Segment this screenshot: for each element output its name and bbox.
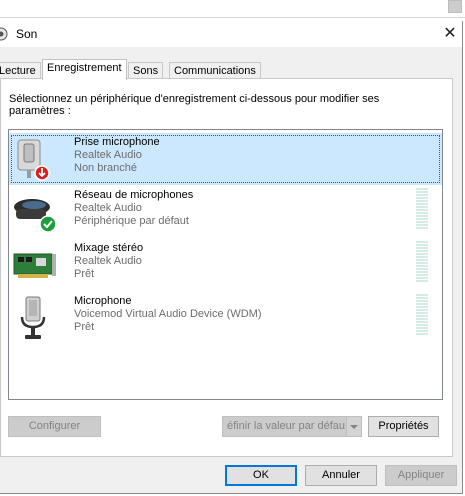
recording-panel: Sélectionnez un périphérique d'enregistr… [0, 78, 453, 457]
device-name: Microphone [74, 295, 132, 307]
device-driver: Realtek Audio [74, 255, 142, 267]
device-name: Mixage stéréo [74, 242, 144, 254]
background-window-strip [0, 0, 465, 19]
meter-segment [416, 197, 428, 199]
device-item-reseau-de-microphones[interactable]: Réseau de microphones Realtek Audio Péri… [9, 186, 442, 238]
meter-segment [416, 274, 428, 276]
device-driver: Voicemod Virtual Audio Device (WDM) [74, 308, 262, 320]
meter-segment [416, 200, 428, 202]
meter-segment [416, 253, 428, 255]
meter-segment [416, 309, 428, 311]
meter-segment [416, 218, 428, 220]
properties-button[interactable]: Propriétés [368, 416, 439, 437]
device-status: Prêt [74, 268, 95, 280]
meter-segment [416, 250, 428, 252]
meter-segment [416, 224, 428, 226]
meter-segment [416, 188, 428, 190]
meter-segment [416, 221, 428, 223]
meter-segment [416, 321, 428, 323]
meter-segment [416, 265, 428, 267]
level-meter [416, 188, 428, 230]
title-bar: Son ✕ [0, 21, 462, 47]
device-status: Prêt [74, 321, 95, 333]
meter-segment [416, 277, 428, 279]
configure-button[interactable]: Configurer [8, 416, 101, 437]
chevron-down-icon[interactable] [346, 417, 361, 436]
tab-sons[interactable]: Sons [128, 62, 164, 79]
meter-segment [416, 294, 428, 296]
meter-segment [416, 327, 428, 329]
meter-segment [416, 215, 428, 217]
microphone-array-icon [14, 199, 57, 233]
meter-segment [416, 227, 428, 229]
device-text: Réseau de microphones Realtek Audio Péri… [74, 189, 193, 228]
set-default-split-button[interactable]: éfinir la valeur par défau [222, 416, 362, 437]
background-divider [0, 17, 465, 18]
meter-segment [416, 330, 428, 332]
device-driver: Realtek Audio [74, 202, 142, 214]
device-list[interactable]: Prise microphone Realtek Audio Non branc… [8, 129, 443, 400]
meter-segment [416, 259, 428, 261]
meter-segment [416, 271, 428, 273]
sound-dialog: Son ✕ Lecture Enregistrement Sons Commun… [0, 21, 463, 494]
meter-segment [416, 209, 428, 211]
device-name: Prise microphone [74, 136, 160, 148]
set-default-label: éfinir la valeur par défau [226, 420, 345, 432]
close-button[interactable]: ✕ [438, 23, 462, 45]
instructions-text: Sélectionnez un périphérique d'enregistr… [9, 93, 380, 117]
meter-segment [416, 315, 428, 317]
device-item-mixage-stereo[interactable]: Mixage stéréo Realtek Audio Prêt [9, 239, 442, 291]
device-driver: Realtek Audio [74, 149, 142, 161]
tab-communications[interactable]: Communications [169, 62, 261, 79]
meter-segment [416, 244, 428, 246]
cancel-button[interactable]: Annuler [305, 465, 377, 486]
meter-segment [416, 191, 428, 193]
meter-segment [416, 297, 428, 299]
meter-segment [416, 212, 428, 214]
meter-segment [416, 318, 428, 320]
meter-segment [416, 333, 428, 335]
meter-segment [416, 280, 428, 282]
device-text: Microphone Voicemod Virtual Audio Device… [74, 295, 261, 334]
meter-segment [416, 241, 428, 243]
device-item-microphone[interactable]: Microphone Voicemod Virtual Audio Device… [9, 292, 442, 344]
apply-button[interactable]: Appliquer [385, 465, 457, 486]
meter-segment [416, 206, 428, 208]
device-text: Prise microphone Realtek Audio Non branc… [74, 136, 160, 175]
default-check-badge-icon [39, 215, 57, 233]
meter-segment [416, 256, 428, 258]
device-status: Non branché [74, 162, 137, 174]
device-item-prise-microphone[interactable]: Prise microphone Realtek Audio Non branc… [9, 133, 442, 185]
tab-enregistrement[interactable]: Enregistrement [42, 59, 127, 80]
device-status: Périphérique par défaut [74, 215, 189, 227]
meter-segment [416, 324, 428, 326]
window-title: Son [16, 27, 38, 41]
level-meter [416, 294, 428, 336]
meter-segment [416, 194, 428, 196]
ok-button[interactable]: OK [225, 465, 297, 486]
device-name: Réseau de microphones [74, 189, 194, 201]
meter-segment [416, 303, 428, 305]
microphone-jack-icon [17, 139, 50, 181]
meter-segment [416, 247, 428, 249]
tab-strip: Lecture Enregistrement Sons Communicatio… [0, 59, 462, 80]
device-text: Mixage stéréo Realtek Audio Prêt [74, 242, 143, 281]
meter-segment [416, 262, 428, 264]
meter-segment [416, 312, 428, 314]
level-meter [416, 241, 428, 283]
speaker-icon [0, 27, 8, 41]
meter-segment [416, 300, 428, 302]
meter-segment [416, 306, 428, 308]
meter-segment [416, 203, 428, 205]
sound-card-icon [13, 253, 56, 278]
background-scrollbar[interactable] [448, 0, 462, 13]
tab-lecture[interactable]: Lecture [0, 62, 41, 79]
microphone-icon [20, 296, 46, 339]
meter-segment [416, 268, 428, 270]
